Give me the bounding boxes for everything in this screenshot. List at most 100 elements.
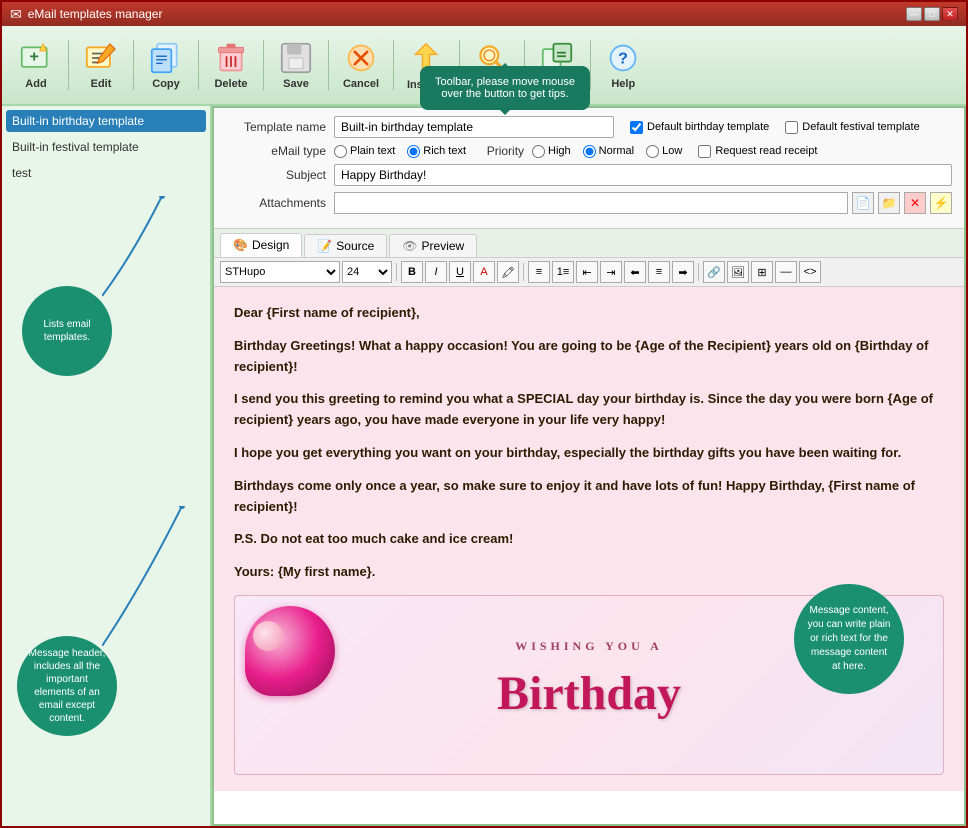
sidebar-item-birthday[interactable]: Built-in birthday template [6,110,206,132]
help-button[interactable]: ? Help [595,31,651,99]
default-festival-label: Default festival template [802,121,919,133]
align-center-button[interactable]: ≡ [648,261,670,283]
delete-icon [213,40,249,76]
help-icon: ? [605,40,641,76]
content-para4: I hope you get everything you want on yo… [234,443,944,464]
font-family-select[interactable]: STHupo [220,261,340,283]
default-festival-checkbox[interactable] [785,121,798,134]
editor-content-area[interactable]: Dear {First name of recipient}, Birthday… [214,287,964,824]
sep-6 [393,40,394,90]
maximize-button[interactable]: □ [924,7,940,21]
svg-text:?: ? [618,50,628,67]
align-left-button[interactable]: ⬅ [624,261,646,283]
subject-input[interactable] [334,164,952,186]
attachments-delete-btn[interactable]: ✕ [904,192,926,214]
source-button[interactable]: <> [799,261,821,283]
indent-less-button[interactable]: ⇤ [576,261,598,283]
attachments-clear-btn[interactable]: ⚡ [930,192,952,214]
sep-2 [133,40,134,90]
unordered-list-button[interactable]: ≡ [528,261,550,283]
title-bar-left: ✉ eMail templates manager [10,6,162,23]
sep-3 [198,40,199,90]
sidebar-item-test[interactable]: test [6,162,206,184]
default-birthday-checkbox[interactable] [630,121,643,134]
rose-decoration [245,606,335,696]
plain-text-radio[interactable] [334,145,347,158]
content-para6: P.S. Do not eat too much cake and ice cr… [234,529,944,550]
link-button[interactable]: 🔗 [703,261,725,283]
font-color-button[interactable]: A [473,261,495,283]
ordered-list-button[interactable]: 1≡ [552,261,574,283]
align-right-button[interactable]: ➡ [672,261,694,283]
title-bar-controls: — □ ✕ [906,7,958,21]
template-name-input[interactable] [334,116,614,138]
rich-text-radio[interactable] [407,145,420,158]
editor-tabs: 🎨 Design 📝 Source 👁 Preview [214,229,964,258]
content-tooltip-text: Message content, you can write plain or … [806,604,892,674]
low-radio[interactable] [646,145,659,158]
image-button[interactable]: 🖼 [727,261,749,283]
minimize-button[interactable]: — [906,7,922,21]
tab-design[interactable]: 🎨 Design [220,233,302,257]
table-button[interactable]: ⊞ [751,261,773,283]
highlight-button[interactable]: 🖍 [497,261,519,283]
indent-more-button[interactable]: ⇥ [600,261,622,283]
cancel-button[interactable]: Cancel [333,31,389,99]
close-button[interactable]: ✕ [942,7,958,21]
normal-radio[interactable] [583,145,596,158]
subject-row: Subject [226,164,952,186]
attachments-add-btn[interactable]: 📄 [852,192,874,214]
editor-sep-2 [523,263,524,281]
sep-1 [68,40,69,90]
high-label: High [548,145,571,157]
help-label: Help [611,78,635,90]
bold-button[interactable]: B [401,261,423,283]
default-birthday-group: Default birthday template [630,121,769,134]
content-tooltip: Message content, you can write plain or … [794,584,904,694]
high-radio[interactable] [532,145,545,158]
attachments-folder-btn[interactable]: 📁 [878,192,900,214]
email-type-row: eMail type Plain text Rich text Priority [226,144,952,158]
tab-preview[interactable]: 👁 Preview [389,234,477,257]
tab-preview-label: Preview [422,239,465,253]
low-label: Low [662,145,682,157]
attachments-controls: 📄 📁 ✕ ⚡ [334,192,952,214]
right-panel: Template name Default birthday template … [212,106,966,826]
sidebar: Built-in birthday template Built-in fest… [2,106,212,826]
tab-source[interactable]: 📝 Source [304,234,387,257]
add-label: Add [25,78,46,90]
form-section: Template name Default birthday template … [214,108,964,229]
read-receipt-group: Request read receipt [698,145,817,158]
read-receipt-checkbox[interactable] [698,145,711,158]
hr-button[interactable]: — [775,261,797,283]
italic-button[interactable]: I [425,261,447,283]
main-content: Built-in birthday template Built-in fest… [2,106,966,826]
add-button[interactable]: + Add [8,31,64,99]
tooltip1-connector [102,196,182,296]
default-festival-group: Default festival template [785,121,919,134]
copy-label: Copy [152,78,180,90]
main-window: ✉ eMail templates manager — □ ✕ + Add [0,0,968,828]
content-para1: Dear {First name of recipient}, [234,303,944,324]
save-button[interactable]: Save [268,31,324,99]
attachments-label: Attachments [226,196,326,210]
edit-button[interactable]: Edit [73,31,129,99]
content-para7: Yours: {My first name}. [234,562,944,583]
card-top-text: WISHING YOU A [515,637,663,656]
font-size-select[interactable]: 24 [342,261,392,283]
tab-design-label: Design [252,238,289,252]
title-bar: ✉ eMail templates manager — □ ✕ [2,2,966,26]
window-title: eMail templates manager [28,7,163,21]
cancel-icon [343,40,379,76]
rich-text-label: Rich text [423,145,466,157]
save-label: Save [283,78,309,90]
copy-button[interactable]: Copy [138,31,194,99]
delete-button[interactable]: Delete [203,31,259,99]
high-radio-item: High [532,145,571,158]
content-para5: Birthdays come only once a year, so make… [234,476,944,518]
sidebar-item-festival[interactable]: Built-in festival template [6,136,206,158]
underline-button[interactable]: U [449,261,471,283]
save-icon [278,40,314,76]
subject-label: Subject [226,168,326,182]
email-type-label: eMail type [226,144,326,158]
